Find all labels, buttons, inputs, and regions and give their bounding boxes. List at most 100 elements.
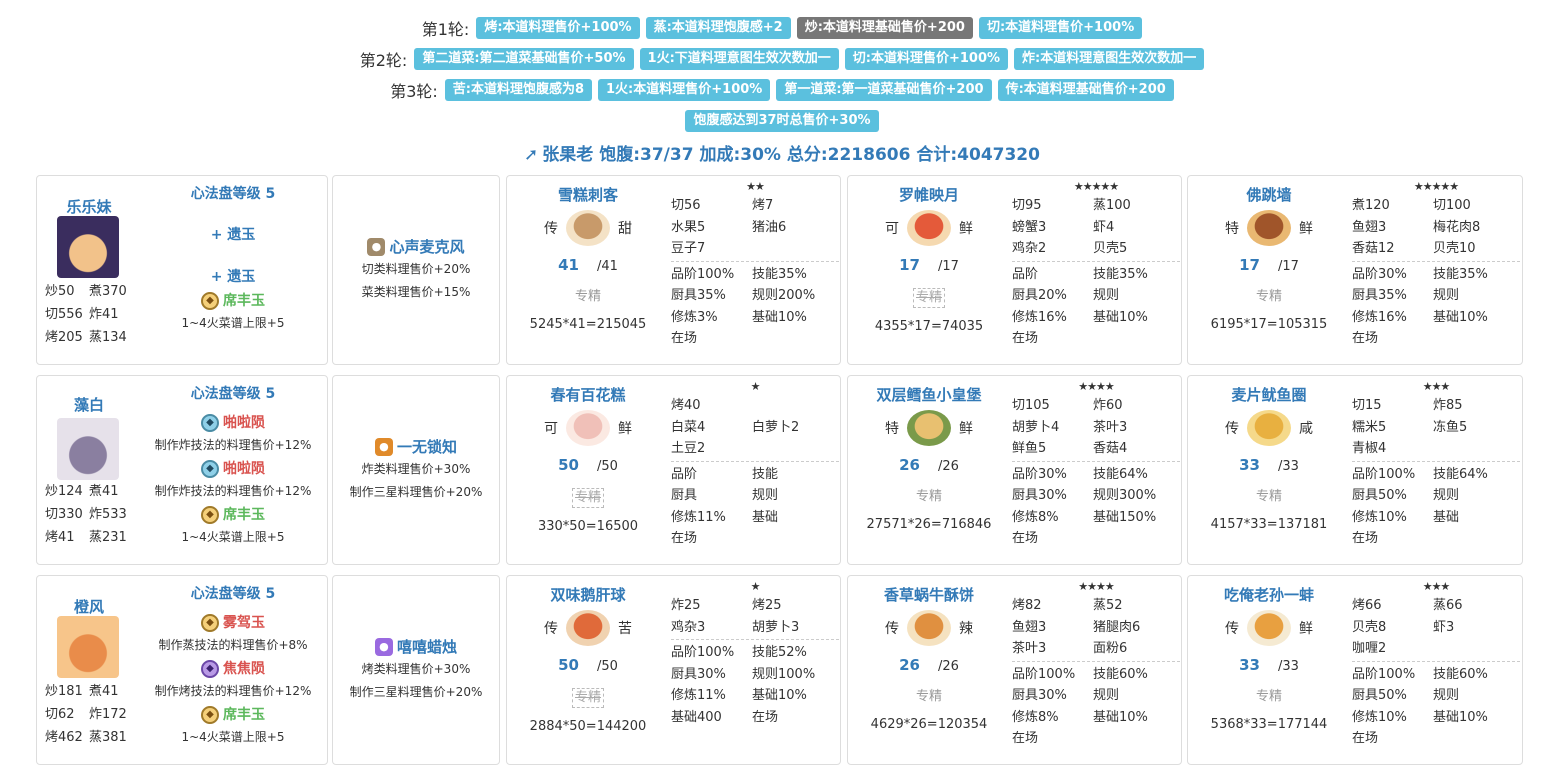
- bonus-grid: 品阶100% 技能60% 厨具30% 规则 修炼8% 基础10% 在场: [1012, 664, 1180, 750]
- recipe-name[interactable]: 麦片鱿鱼圈: [1188, 384, 1350, 406]
- chef-stats: 炒181 煮41 切62 炸172 烤462 蒸381: [45, 680, 135, 749]
- quantity-value[interactable]: 26: [899, 656, 920, 674]
- jade-name: + 遗玉: [210, 227, 256, 243]
- rarity-stars: ★★★★★: [1413, 180, 1459, 193]
- recipe-card[interactable]: 香草蜗牛酥饼传辣 26/26 专精 4629*26=120354 ★★★★ 烤82 蒸52 鱼…: [847, 575, 1182, 765]
- rule-tag: 1火:本道料理售价+100%: [598, 78, 771, 101]
- ingredient-item: 冻鱼5: [1433, 419, 1468, 435]
- quantity-max: /17: [1277, 259, 1299, 274]
- bonus-item: 修炼16%: [1352, 309, 1407, 325]
- recipe-flavor: 苦: [618, 621, 632, 637]
- bonus-item: 技能: [752, 466, 779, 482]
- recipe-name[interactable]: 吃俺老孙一蚌: [1188, 584, 1350, 606]
- recipe-quantity[interactable]: 50/50: [507, 656, 669, 674]
- recipe-traits: 特鲜: [848, 410, 1010, 446]
- quantity-value[interactable]: 41: [558, 256, 579, 274]
- bonus-item: 修炼16%: [1012, 309, 1067, 325]
- recipe-name[interactable]: 佛跳墙: [1188, 184, 1350, 206]
- recipe-traits: 传苦: [507, 610, 669, 646]
- bonus-item: 厨具50%: [1352, 488, 1407, 503]
- equipment-desc: 菜类料理售价+15%: [361, 285, 471, 299]
- equipment-card[interactable]: ● 一无锁知 炸类料理售价+30% 制作三星料理售价+20%: [332, 375, 500, 565]
- quantity-value[interactable]: 50: [558, 456, 579, 474]
- recipe-name[interactable]: 香草蜗牛酥饼: [848, 584, 1010, 606]
- recipe-details: ★ 炸25 烤25 鸡杂3 胡萝卜3 品阶100% 技能52% 厨具30% 规则100% 修炼11…: [671, 576, 839, 728]
- ingredient-item: [752, 238, 833, 260]
- specialty-label: 专精: [1255, 289, 1282, 304]
- recipe-card[interactable]: 麦片鱿鱼圈传咸 33/33 专精 4157*33=137181 ★★★ 切15 炸85 糯米5…: [1187, 375, 1523, 565]
- recipe-details: ★★★ 切15 炸85 糯米5 冻鱼5 青椒4 品阶100% 技能64% 厨具50% 规则 修炼10…: [1352, 376, 1520, 550]
- quantity-value[interactable]: 17: [1239, 256, 1260, 274]
- jade-slot[interactable]: ◆ 啪啦陨: [141, 458, 325, 480]
- recipe-flavor: 甜: [618, 221, 632, 237]
- quantity-value[interactable]: 50: [558, 656, 579, 674]
- ingredient-item: 烤82: [1012, 598, 1042, 613]
- recipe-card[interactable]: 罗帷映月可鲜 17/17 专精 4355*17=74035 ★★★★★ 切95 蒸100 螃蟹…: [847, 175, 1182, 365]
- specialty-label: 专精: [1255, 689, 1282, 704]
- recipe-card[interactable]: 双味鹅肝球传苦 50/50 专精 2884*50=144200 ★ 炸25 烤25 鸡杂3 胡萝…: [506, 575, 841, 765]
- quantity-value[interactable]: 17: [899, 256, 920, 274]
- rule-line-4: 饱腹感达到37时总售价+30%: [0, 105, 1564, 136]
- recipe-quantity[interactable]: 17/17: [848, 256, 1010, 274]
- chef-card[interactable]: 乐乐妹 炒50 煮370 切556 炸41 烤205 蒸134 心法盘等级 5 + 遗玉 + 遗玉…: [36, 175, 328, 365]
- ingredient-item: 切100: [1433, 198, 1471, 213]
- equipment-card[interactable]: ● 心声麦克风 切类料理售价+20% 菜类料理售价+15%: [332, 175, 500, 365]
- ingredient-item: 切105: [1012, 398, 1050, 413]
- bonus-item: 修炼11%: [671, 509, 726, 525]
- recipe-quantity[interactable]: 26/26: [848, 656, 1010, 674]
- bonus-grid: 品阶30% 技能35% 厨具35% 规则 修炼16% 基础10% 在场: [1352, 264, 1520, 350]
- recipe-card[interactable]: 春有百花糕可鲜 50/50 专精 330*50=16500 ★ 烤40 白菜4 白萝卜2 土豆2…: [506, 375, 841, 565]
- jade-slot[interactable]: ◆ 席丰玉: [141, 704, 325, 726]
- jade-slot[interactable]: ◆ 啪啦陨: [141, 412, 325, 434]
- ingredient-item: 香菇4: [1093, 441, 1128, 456]
- chef-stat: 烤205: [45, 330, 83, 345]
- recipe-rarity: 传: [885, 621, 899, 637]
- bonus-item: 基础: [1433, 509, 1460, 525]
- chef-card[interactable]: 橙风 炒181 煮41 切62 炸172 烤462 蒸381 心法盘等级 5 ◆ 雾驾玉 制作蒸技法…: [36, 575, 328, 765]
- bonus-item: 规则: [1093, 688, 1120, 703]
- recipe-traits: 传咸: [1188, 410, 1350, 446]
- recipe-summary: 双层鳕鱼小皇堡特鲜 26/26 专精 27571*26=716846: [848, 376, 1010, 534]
- recipe-name[interactable]: 春有百花糕: [507, 384, 669, 406]
- quantity-value[interactable]: 33: [1239, 456, 1260, 474]
- recipe-quantity[interactable]: 26/26: [848, 456, 1010, 474]
- recipe-card[interactable]: 雪糕刺客传甜 41/41 专精 5245*41=215045 ★★ 切56 烤7 水果5 猪油6…: [506, 175, 841, 365]
- chef-card[interactable]: 藻白 炒124 煮41 切330 炸533 烤41 蒸231 心法盘等级 5 ◆ 啪啦陨 制作炸技法…: [36, 375, 328, 565]
- recipe-card[interactable]: 佛跳墙特鲜 17/17 专精 6195*17=105315 ★★★★★ 煮120 切100 鱼…: [1187, 175, 1523, 365]
- recipe-name[interactable]: 罗帷映月: [848, 184, 1010, 206]
- recipe-quantity[interactable]: 41/41: [507, 256, 669, 274]
- recipe-name[interactable]: 雪糕刺客: [507, 184, 669, 206]
- heart-disc: 心法盘等级 5 ◆ 啪啦陨 制作炸技法的料理售价+12% ◆ 啪啦陨 制作炸技法的料理售价+…: [141, 384, 325, 548]
- recipe-quantity[interactable]: 33/33: [1188, 656, 1350, 674]
- jade-slot[interactable]: ◆ 雾驾玉: [141, 612, 325, 634]
- recipe-summary: 罗帷映月可鲜 17/17 专精 4355*17=74035: [848, 176, 1010, 336]
- blue-jade-icon: ◆: [201, 414, 219, 432]
- recipe-flavor: 鲜: [1299, 221, 1313, 237]
- specialty-label: 专精: [1255, 489, 1282, 504]
- quantity-value[interactable]: 26: [899, 456, 920, 474]
- jade-slot[interactable]: ◆ 焦焦陨: [141, 658, 325, 680]
- recipe-name[interactable]: 双味鹅肝球: [507, 584, 669, 606]
- bonus-item: 规则: [1093, 288, 1120, 303]
- recipe-quantity[interactable]: 17/17: [1188, 256, 1350, 274]
- bonus-item: 规则: [752, 488, 779, 503]
- recipe-card[interactable]: 吃俺老孙一蚌传鲜 33/33 专精 5368*33=177144 ★★★ 烤66 蒸66 贝壳…: [1187, 575, 1523, 765]
- recipe-card[interactable]: 双层鳕鱼小皇堡特鲜 26/26 专精 27571*26=716846 ★★★★ 切105 炸…: [847, 375, 1182, 565]
- jade-name: 席丰玉: [223, 293, 265, 309]
- recipe-quantity[interactable]: 33/33: [1188, 456, 1350, 474]
- recipe-quantity[interactable]: 50/50: [507, 456, 669, 474]
- ingredient-item: 咖喱2: [1352, 641, 1387, 656]
- ingredient-item: 蒸100: [1093, 198, 1131, 213]
- jade-desc: 制作蒸技法的料理售价+8%: [158, 638, 308, 652]
- jade-slot[interactable]: + 遗玉: [141, 266, 325, 288]
- recipe-name[interactable]: 双层鳕鱼小皇堡: [848, 384, 1010, 406]
- recipe-rarity: 可: [544, 421, 558, 437]
- bonus-item: 在场: [1012, 731, 1039, 746]
- jade-slot[interactable]: + 遗玉: [141, 224, 325, 246]
- jade-slot[interactable]: ◆ 席丰玉: [141, 290, 325, 312]
- bonus-item: 品阶30%: [1352, 266, 1407, 282]
- quantity-value[interactable]: 33: [1239, 656, 1260, 674]
- equipment-card[interactable]: ● 嘻嘻蜡烛 烤类料理售价+30% 制作三星料理售价+20%: [332, 575, 500, 765]
- jade-slot[interactable]: ◆ 席丰玉: [141, 504, 325, 526]
- heart-disc: 心法盘等级 5 ◆ 雾驾玉 制作蒸技法的料理售价+8% ◆ 焦焦陨 制作烤技法的料理售价+1…: [141, 584, 325, 748]
